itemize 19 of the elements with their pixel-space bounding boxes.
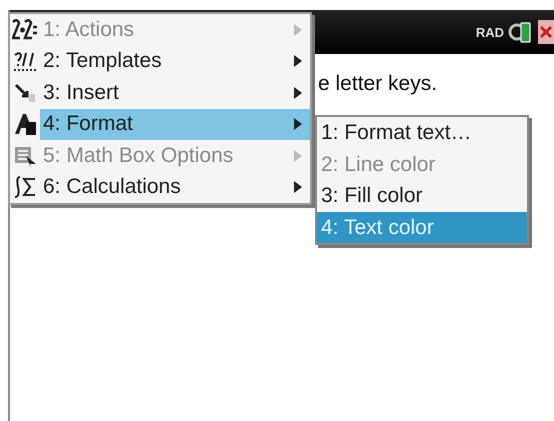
angle-mode-label: RAD xyxy=(476,24,504,40)
menu-icon xyxy=(12,18,38,42)
menu-item[interactable]: 3: Insert xyxy=(10,77,310,108)
submenu-arrow-icon xyxy=(294,118,302,130)
menu-item[interactable]: 6: Calculations xyxy=(10,172,310,203)
document-text: e letter keys. xyxy=(318,72,438,96)
menu-item[interactable]: 2: Templates xyxy=(10,46,310,77)
battery-icon xyxy=(508,20,534,44)
close-icon[interactable] xyxy=(538,20,554,44)
menu-icon xyxy=(12,49,38,74)
menu-icon xyxy=(12,175,38,200)
submenu-arrow-icon xyxy=(294,86,302,99)
menu-icon xyxy=(12,112,38,136)
submenu-arrow-icon xyxy=(294,181,302,194)
menu-item[interactable]: 3: Fill color xyxy=(317,180,527,212)
submenu-arrow-icon xyxy=(294,55,302,68)
submenu-arrow-icon xyxy=(294,24,302,36)
menu-item[interactable]: 1: Format text… xyxy=(317,117,527,148)
submenu-arrow-icon xyxy=(294,150,302,162)
